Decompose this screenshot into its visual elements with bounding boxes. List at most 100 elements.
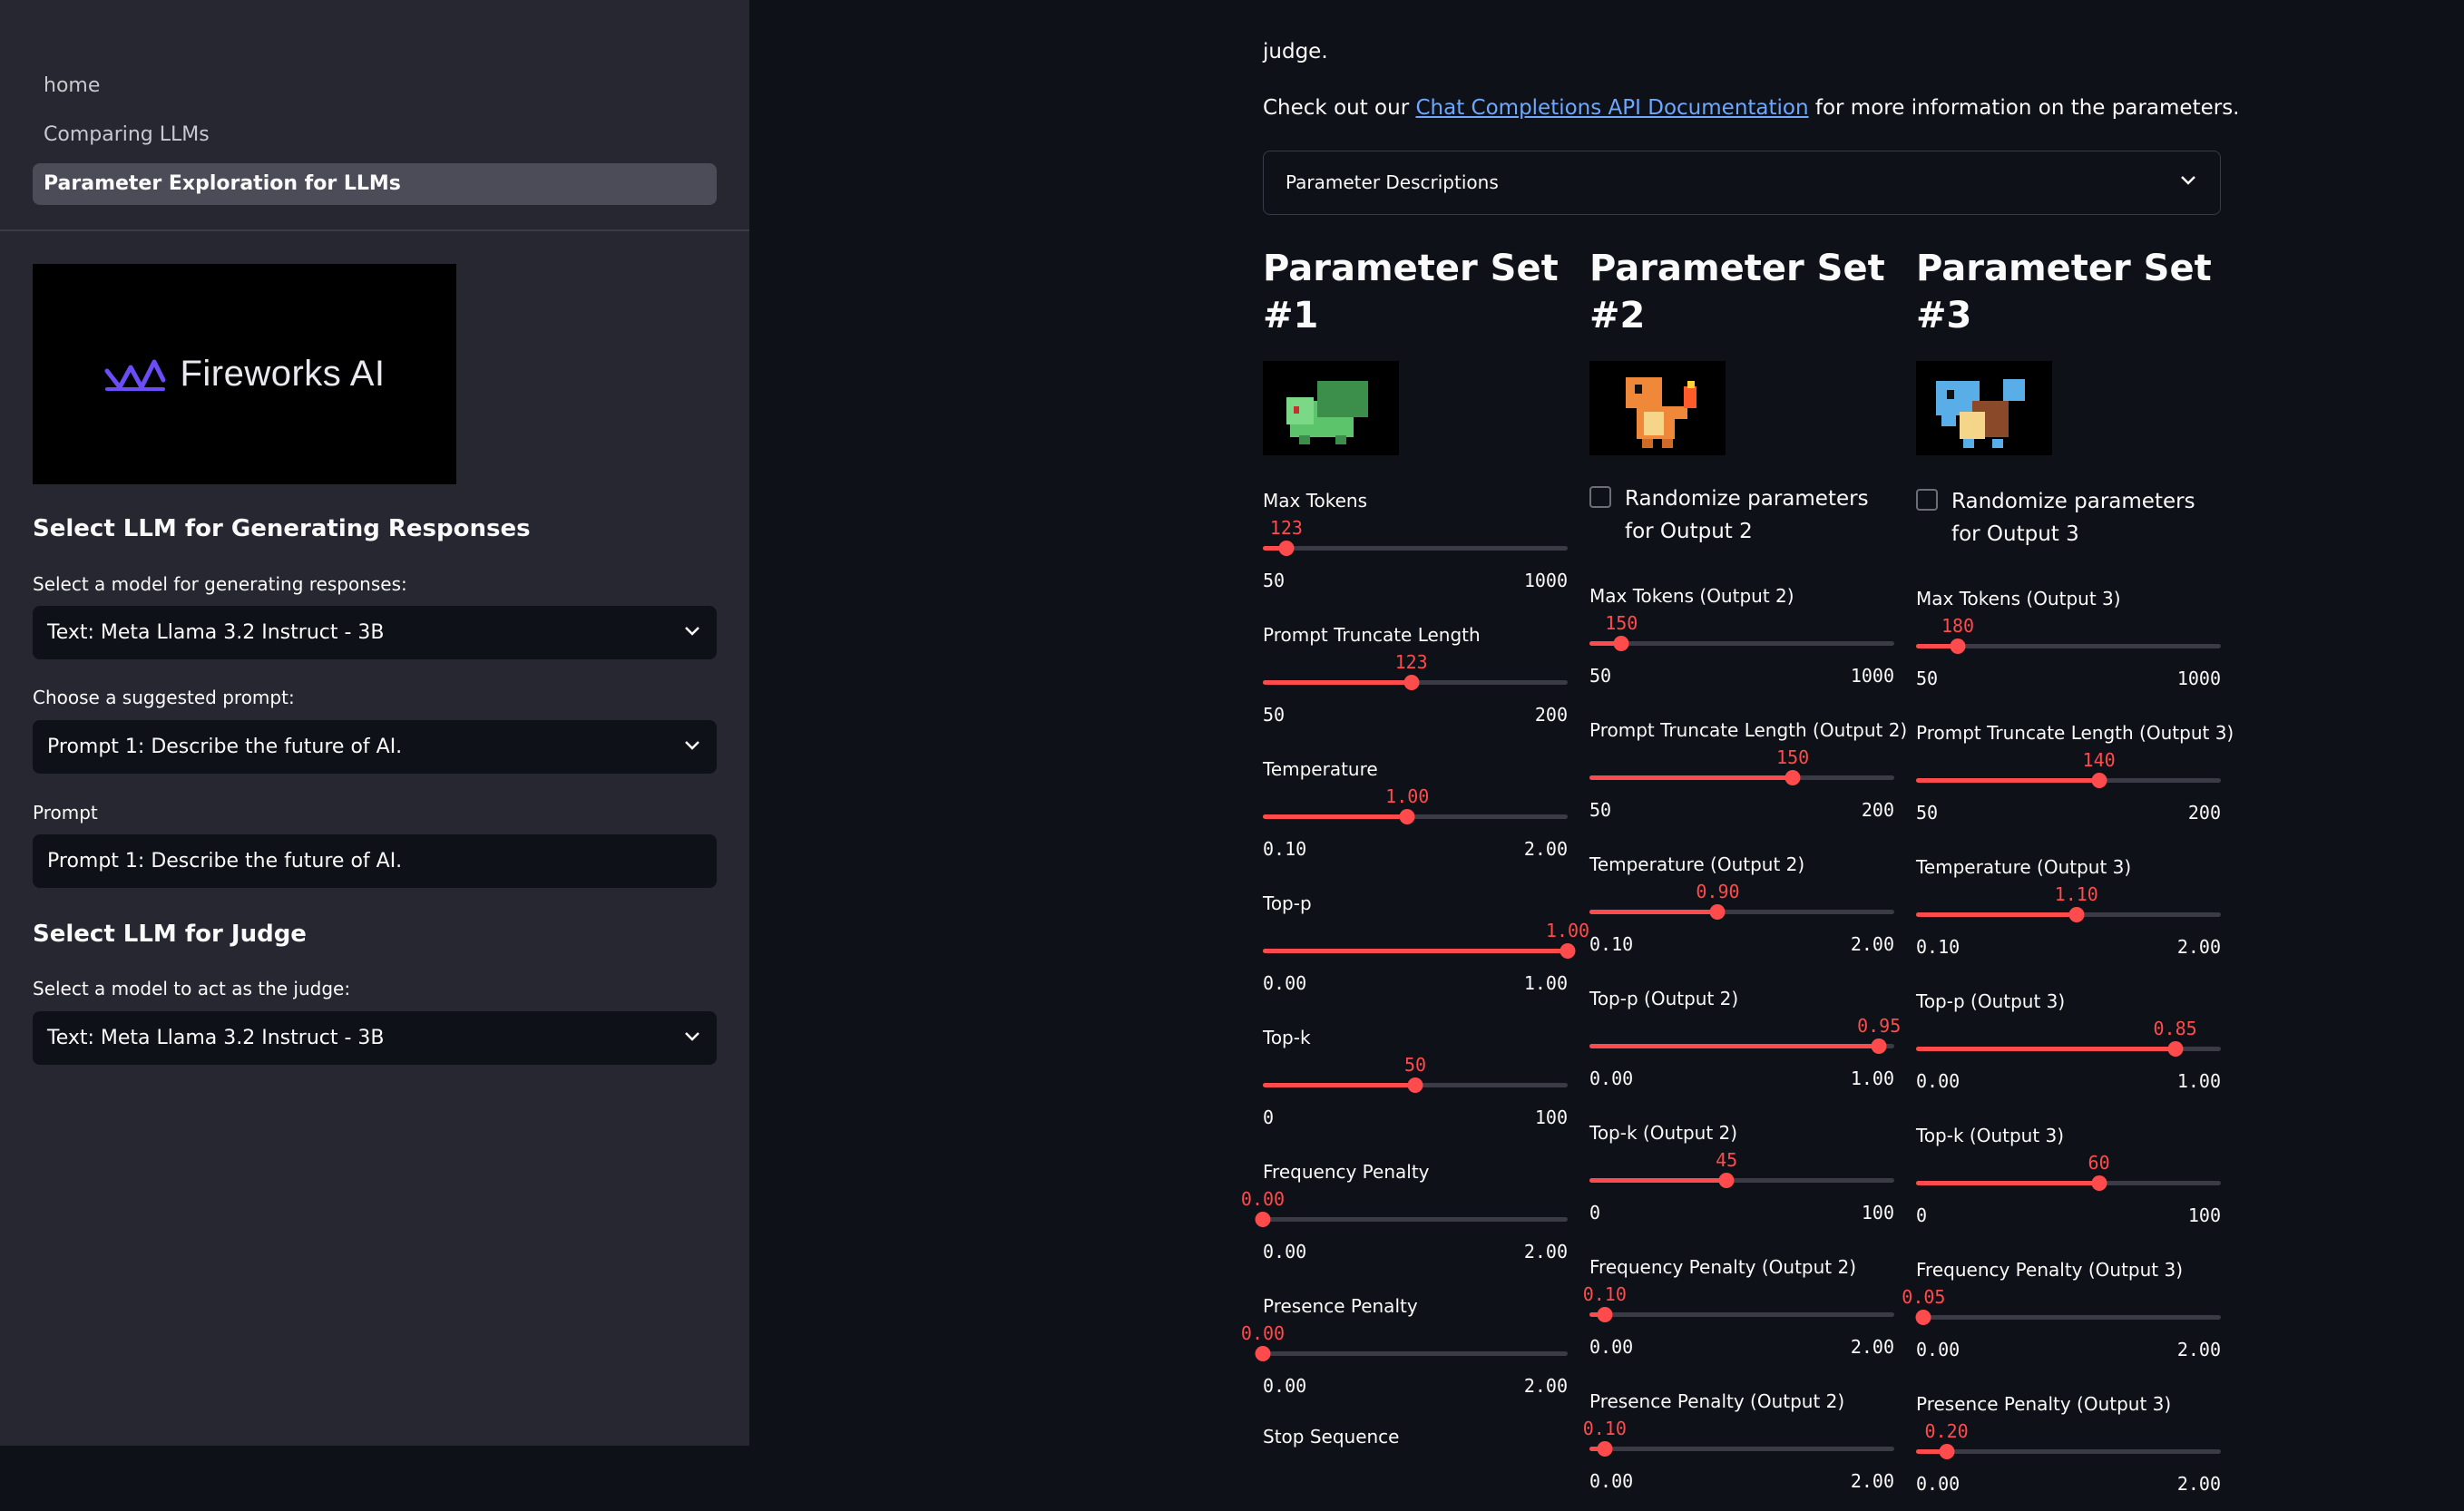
slider-track[interactable] (1589, 770, 1894, 785)
chevron-down-icon (685, 741, 699, 750)
slider-thumb[interactable] (2068, 907, 2085, 922)
parameter-set-3: Parameter Set #3 Randomize parameters fo… (1902, 245, 2234, 1495)
prompt-value: Prompt 1: Describe the future of AI. (47, 850, 403, 872)
judge-model-select[interactable]: Text: Meta Llama 3.2 Instruct - 3B (33, 1011, 717, 1065)
slider-thumb[interactable] (1399, 809, 1415, 824)
parameter-set-2: Parameter Set #2 Randomize parameters fo… (1583, 245, 1908, 1492)
slider-thumb[interactable] (1278, 541, 1295, 556)
slider-thumb[interactable] (1403, 675, 1420, 690)
slider-fill (1263, 1083, 1415, 1087)
expander-label: Parameter Descriptions (1286, 171, 1499, 193)
slider-thumb[interactable] (1597, 1307, 1613, 1322)
slider-max: 1000 (1523, 570, 1568, 591)
docs-link[interactable]: Chat Completions API Documentation (1415, 96, 1808, 120)
slider-track[interactable] (1916, 773, 2221, 788)
slider-value: 0.00 (1240, 1322, 1286, 1344)
slider-label: Frequency Penalty (1263, 1161, 1430, 1183)
slider-thumb[interactable] (1560, 943, 1576, 959)
slider-value: 180 (1941, 615, 1975, 637)
slider-thumb[interactable] (2167, 1041, 2184, 1057)
nav-item-comparing-llms[interactable]: Comparing LLMs (33, 114, 717, 156)
logo-text: Fireworks AI (180, 354, 386, 394)
slider-label: Temperature (Output 2) (1589, 853, 1805, 875)
slider-thumb[interactable] (1709, 904, 1726, 920)
slider-track[interactable] (1589, 1038, 1894, 1054)
slider-thumb[interactable] (2091, 1175, 2107, 1191)
checkbox-icon[interactable] (1916, 489, 1938, 511)
slider-track[interactable] (1589, 636, 1894, 651)
slider-fill (1263, 814, 1408, 819)
slider-thumb[interactable] (1939, 1444, 1955, 1459)
slider-thumb[interactable] (1784, 770, 1801, 785)
slider-value: 0.20 (1924, 1420, 1969, 1442)
slider-thumb[interactable] (1950, 639, 1966, 654)
slider-thumb[interactable] (2091, 773, 2107, 788)
slider-thumb[interactable] (1597, 1441, 1613, 1457)
slider-fill (1916, 778, 2099, 783)
gen-model-select[interactable]: Text: Meta Llama 3.2 Instruct - 3B (33, 606, 717, 659)
prompt-input[interactable]: Prompt 1: Describe the future of AI. (33, 834, 717, 888)
slider-thumb[interactable] (1255, 1212, 1271, 1227)
nav-item-parameter-exploration[interactable]: Parameter Exploration for LLMs (33, 163, 717, 205)
slider-thumb[interactable] (1613, 636, 1629, 651)
slider-track[interactable] (1255, 1346, 1568, 1361)
slider-thumb[interactable] (1915, 1310, 1931, 1325)
slider-min: 0 (1916, 1204, 1928, 1226)
slider-fill (1916, 1047, 2176, 1051)
parameter-set-title-line1: Parameter Set (1589, 248, 1885, 289)
slider-label: Top-k (Output 2) (1589, 1122, 1738, 1144)
slider-min: 0.00 (1263, 972, 1307, 994)
slider-track[interactable] (1916, 1444, 2221, 1459)
parameter-set-title: Parameter Set #3 (1916, 245, 2221, 339)
slider-track[interactable] (1916, 1175, 2221, 1191)
docs-prefix: Check out our (1263, 96, 1410, 120)
checkbox-icon[interactable] (1589, 486, 1611, 508)
slider-track[interactable] (1589, 904, 1894, 920)
slider-thumb[interactable] (1718, 1173, 1735, 1188)
slider-max: 2.00 (1850, 1470, 1894, 1492)
slider-track[interactable] (1255, 1212, 1568, 1227)
prompt-choice-select[interactable]: Prompt 1: Describe the future of AI. (33, 720, 717, 774)
slider-label: Prompt Truncate Length (Output 3) (1916, 722, 2234, 744)
stop-sequence-label: Stop Sequence (1263, 1426, 1400, 1448)
slider-label: Max Tokens (Output 2) (1589, 585, 1794, 607)
slider-value: 0.05 (1902, 1286, 1946, 1308)
slider: Top-p 1.00 0.00 1.00 (1263, 892, 1589, 1010)
slider-track[interactable] (1916, 907, 2221, 922)
sidebar-nav: home Comparing LLMs Parameter Exploratio… (33, 65, 717, 212)
slider-track[interactable] (1263, 541, 1568, 556)
slider-label: Prompt Truncate Length (1263, 624, 1481, 646)
slider-min: 0.10 (1589, 933, 1634, 955)
slider-max: 2.00 (1850, 933, 1894, 955)
slider-track[interactable] (1263, 1077, 1568, 1093)
slider-track[interactable] (1916, 1041, 2221, 1057)
slider-thumb[interactable] (1871, 1038, 1887, 1054)
slider-track[interactable] (1589, 1441, 1894, 1457)
slider-min: 0.00 (1589, 1067, 1634, 1089)
slider-track[interactable] (1589, 1173, 1894, 1188)
slider-min: 0.00 (1589, 1470, 1634, 1492)
nav-item-home[interactable]: home (33, 65, 717, 107)
slider-track[interactable] (1263, 675, 1568, 690)
parameter-set-title-line2: #1 (1263, 295, 1319, 336)
slider-value: 0.10 (1582, 1418, 1627, 1439)
parameter-descriptions-expander[interactable]: Parameter Descriptions (1263, 151, 2221, 215)
slider-track[interactable] (1589, 1307, 1894, 1322)
parameter-set-title-line2: #3 (1916, 295, 1972, 336)
slider: Prompt Truncate Length (Output 2) 150 50 20… (1589, 719, 1907, 837)
bulbasaur-icon (1286, 381, 1368, 444)
slider-value: 150 (1605, 612, 1638, 634)
slider-track[interactable] (1916, 639, 2221, 654)
slider-thumb[interactable] (1255, 1346, 1271, 1361)
slider-value: 123 (1269, 517, 1303, 539)
slider-min: 50 (1916, 668, 1939, 689)
slider-thumb[interactable] (1407, 1077, 1423, 1093)
slider-track[interactable] (1915, 1310, 2221, 1325)
slider-max: 100 (1534, 1106, 1568, 1128)
slider-label: Prompt Truncate Length (Output 2) (1589, 719, 1908, 741)
slider-max: 200 (2187, 802, 2221, 824)
squirtle-sprite (1916, 361, 2052, 455)
slider-max: 1.00 (2176, 1070, 2221, 1092)
slider-track[interactable] (1263, 809, 1568, 824)
slider-track[interactable] (1263, 943, 1576, 959)
